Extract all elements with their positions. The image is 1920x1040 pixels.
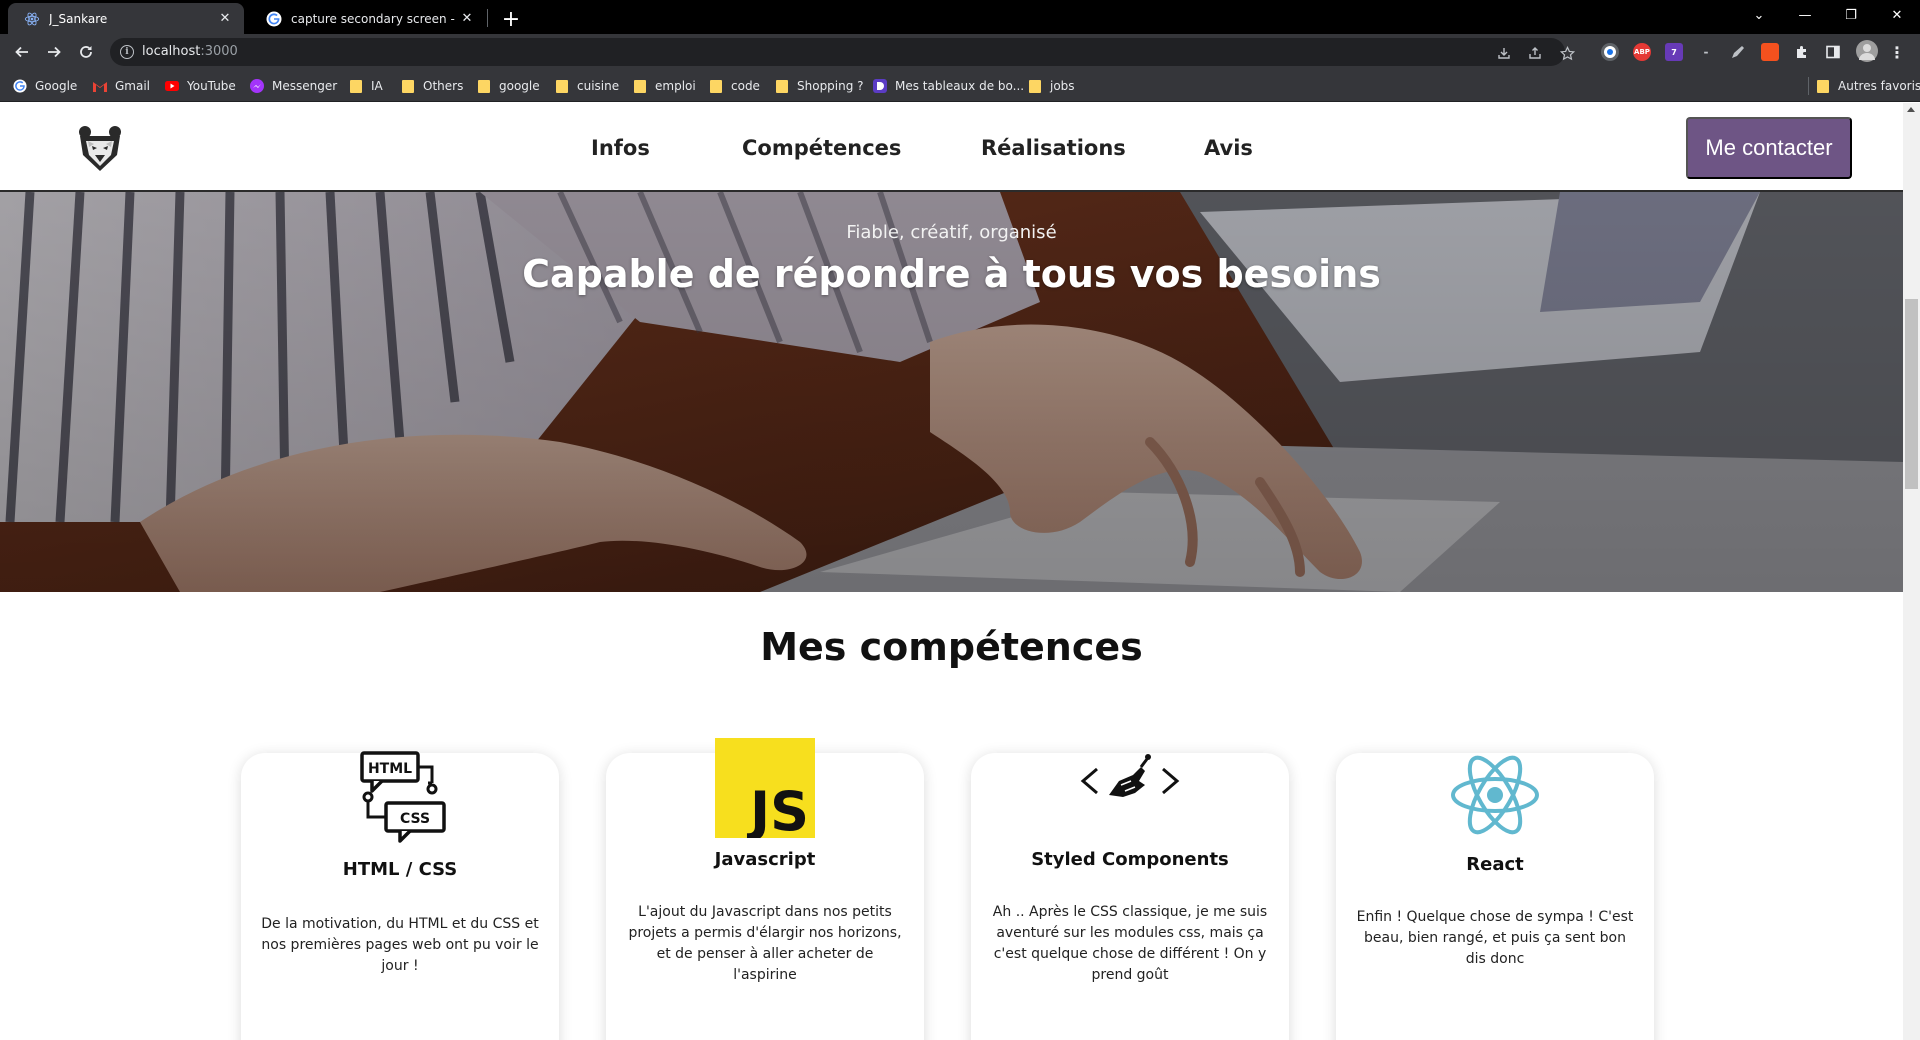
svg-text:CSS: CSS (400, 811, 430, 827)
bookmark-folder-ia[interactable]: IA (349, 77, 383, 95)
scrollbar-thumb[interactable] (1905, 299, 1918, 489)
address-bar[interactable]: i localhost:3000 (110, 38, 1575, 66)
page-scrollbar[interactable] (1903, 103, 1920, 1040)
react-icon (24, 11, 40, 27)
bookmark-dashboards[interactable]: Mes tableaux de bo... (873, 77, 1024, 95)
extension-blue-icon[interactable] (1601, 43, 1619, 61)
skill-card-title: HTML / CSS (342, 859, 458, 880)
javascript-icon: JS (606, 738, 924, 838)
dashboard-icon (873, 79, 887, 93)
bookmark-google[interactable]: Google (13, 77, 77, 95)
folder-icon (349, 79, 363, 93)
folder-icon (477, 79, 491, 93)
bookmark-folder-others[interactable]: Others (401, 77, 463, 95)
new-tab-button[interactable]: + (497, 5, 525, 33)
bookmark-folder-cuisine[interactable]: cuisine (555, 77, 619, 95)
url-text: localhost:3000 (142, 44, 238, 59)
scroll-up-arrow-icon[interactable] (1907, 107, 1915, 112)
share-icon[interactable] (1526, 44, 1544, 62)
extensions-puzzle-icon[interactable] (1793, 43, 1811, 61)
tab-search-chevron-icon[interactable]: ⌄ (1736, 0, 1782, 30)
bookmark-star-icon[interactable] (1558, 44, 1576, 62)
bookmark-messenger[interactable]: Messenger (250, 77, 337, 95)
hero-banner: Fiable, créatif, organisé Capable de rép… (0, 192, 1903, 592)
bookmark-folder-emploi[interactable]: emploi (633, 77, 696, 95)
bookmarks-bar: Google Gmail YouTube Messenger IA Others… (0, 70, 1920, 102)
skill-card-title: Styled Components (1031, 849, 1229, 870)
react-logo-icon (1336, 753, 1654, 837)
youtube-icon (165, 79, 179, 93)
bookmarks-divider (1808, 77, 1809, 95)
side-panel-icon[interactable] (1824, 43, 1842, 61)
page-viewport: Infos Compétences Réalisations Avis Me c… (0, 103, 1903, 1040)
skill-card-javascript: JS Javascript L'ajout du Javascript dans… (606, 738, 924, 1040)
bookmark-folder-shopping[interactable]: Shopping ? (775, 77, 864, 95)
hero-title: Capable de répondre à tous vos besoins (522, 252, 1381, 296)
google-icon (266, 11, 282, 27)
install-app-icon[interactable] (1495, 44, 1513, 62)
red-extension-icon[interactable] (1761, 43, 1779, 61)
tab-title: capture secondary screen - Google (291, 11, 458, 26)
browser-toolbar: i localhost:3000 ABP 7 - ⋮ (0, 34, 1920, 70)
bookmark-youtube[interactable]: YouTube (165, 77, 236, 95)
google-icon (13, 79, 27, 93)
skill-card-description: De la motivation, du HTML et du CSS et n… (261, 916, 539, 974)
extension-dash-icon[interactable]: - (1697, 43, 1715, 61)
folder-icon (1028, 79, 1042, 93)
bear-logo-icon[interactable] (74, 122, 126, 174)
styled-components-icon (971, 751, 1289, 811)
folder-icon (401, 79, 415, 93)
folder-icon (709, 79, 723, 93)
skill-card-title: Javascript (714, 849, 816, 870)
gmail-icon (93, 79, 107, 93)
folder-icon (1816, 79, 1830, 93)
site-info-icon[interactable]: i (120, 45, 134, 59)
nav-link-avis[interactable]: Avis (1204, 136, 1253, 160)
reload-icon[interactable] (72, 38, 100, 66)
skill-card-description: Ah .. Après le CSS classique, je me suis… (992, 904, 1268, 983)
skill-card-title: React (1466, 854, 1524, 875)
bookmark-gmail[interactable]: Gmail (93, 77, 150, 95)
minimize-button[interactable]: — (1782, 0, 1828, 30)
back-arrow-icon[interactable] (8, 38, 36, 66)
adblock-plus-icon[interactable]: ABP (1633, 43, 1651, 61)
svg-text:JS: JS (746, 780, 809, 838)
close-icon[interactable]: ✕ (216, 10, 234, 28)
extension-counter-icon[interactable]: 7 (1665, 43, 1683, 61)
skill-card-description: L'ajout du Javascript dans nos petits pr… (628, 904, 902, 983)
other-bookmarks[interactable]: Autres favoris (1816, 77, 1920, 95)
pen-extension-icon[interactable] (1729, 43, 1747, 61)
bookmark-folder-google[interactable]: google (477, 77, 540, 95)
svg-text:HTML: HTML (368, 761, 412, 777)
bookmark-folder-jobs[interactable]: jobs (1028, 77, 1075, 95)
forward-arrow-icon[interactable] (40, 38, 68, 66)
close-icon[interactable]: ✕ (458, 10, 476, 28)
skill-card-description: Enfin ! Quelque chose de sympa ! C'est b… (1356, 909, 1634, 967)
restore-button[interactable]: ❐ (1828, 0, 1874, 30)
skills-section-title: Mes compétences (760, 625, 1143, 669)
window-close-button[interactable]: ✕ (1874, 0, 1920, 30)
tab-divider (487, 9, 488, 27)
skill-card-html-css: HTML CSS HTML / CSS De la motivation, du… (241, 751, 559, 1040)
tab-j-sankare[interactable]: J_Sankare ✕ (8, 3, 244, 34)
folder-icon (555, 79, 569, 93)
skill-card-styled-components: Styled Components Ah .. Après le CSS cla… (971, 753, 1289, 1040)
nav-link-realisations[interactable]: Réalisations (981, 136, 1126, 160)
messenger-icon (250, 79, 264, 93)
nav-link-competences[interactable]: Compétences (742, 136, 901, 160)
site-header: Infos Compétences Réalisations Avis Me c… (0, 103, 1903, 192)
folder-icon (633, 79, 647, 93)
html-css-icon: HTML CSS (241, 743, 559, 843)
nav-link-infos[interactable]: Infos (591, 136, 650, 160)
folder-icon (775, 79, 789, 93)
hero-subtitle: Fiable, créatif, organisé (846, 222, 1057, 243)
tab-title: J_Sankare (49, 11, 108, 26)
browser-menu-icon[interactable]: ⋮ (1888, 43, 1906, 62)
profile-avatar[interactable] (1856, 40, 1878, 62)
tab-strip: J_Sankare ✕ capture secondary screen - G… (0, 0, 1920, 34)
contact-button[interactable]: Me contacter (1686, 117, 1852, 179)
tab-capture-secondary-screen[interactable]: capture secondary screen - Google ✕ (250, 3, 486, 34)
bookmark-folder-code[interactable]: code (709, 77, 760, 95)
skill-card-react: React Enfin ! Quelque chose de sympa ! C… (1336, 753, 1654, 1040)
